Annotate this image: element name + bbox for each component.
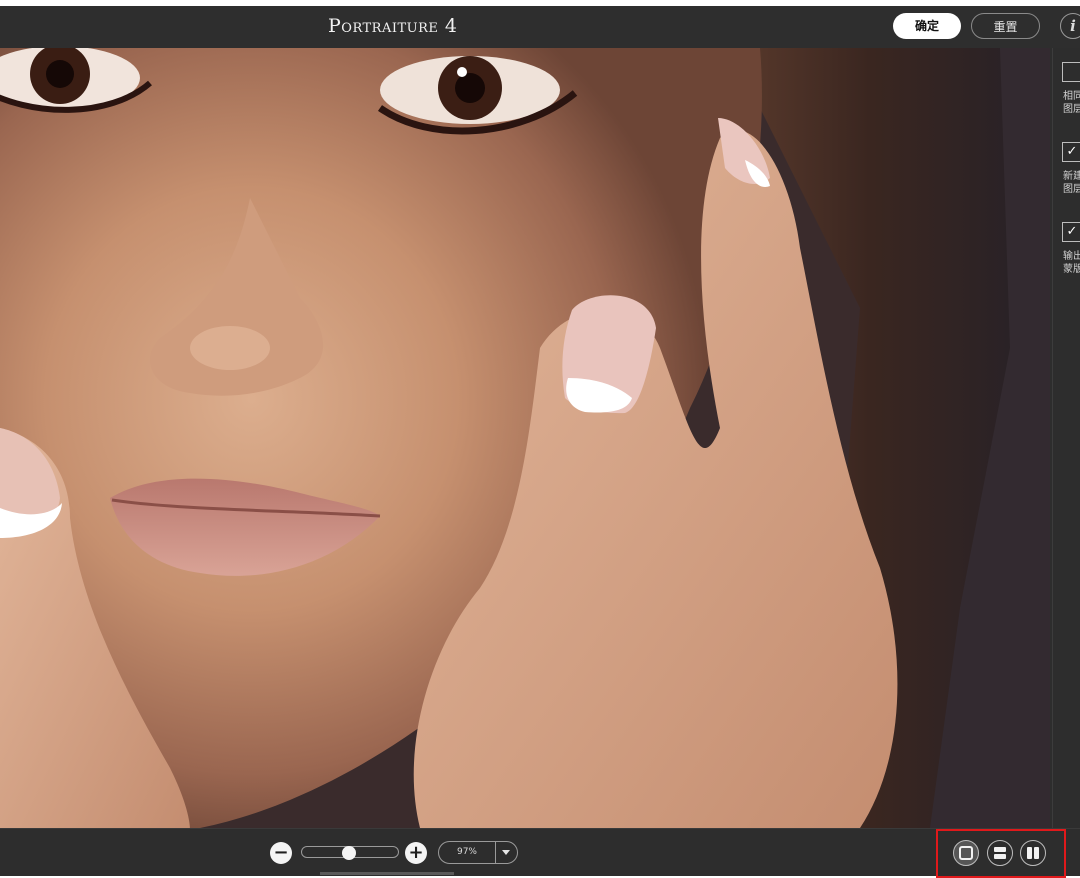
zoom-value: 97% bbox=[456, 847, 477, 857]
output-mask-label: 输出 蒙版 bbox=[1063, 251, 1080, 275]
single-view-icon bbox=[959, 846, 973, 860]
split-vertical-icon bbox=[1027, 847, 1039, 859]
output-mask-checkbox[interactable]: ✓ bbox=[1062, 222, 1080, 242]
checkmark-icon: ✓ bbox=[1066, 224, 1078, 239]
ok-button[interactable]: 确定 bbox=[893, 13, 961, 39]
zoom-divider bbox=[495, 842, 496, 863]
portraiture-window: Portraiture 4 确定 重置 i 相同 图层 ✓ 新建 图层 ✓ 输出… bbox=[0, 6, 1080, 878]
info-icon[interactable]: i bbox=[1060, 13, 1080, 39]
zoom-slider-thumb[interactable] bbox=[342, 846, 357, 860]
options-panel: 相同 图层 ✓ 新建 图层 ✓ 输出 蒙版 bbox=[1052, 48, 1080, 828]
portrait-photo bbox=[0, 48, 1050, 828]
new-layer-label: 新建 图层 bbox=[1063, 171, 1080, 195]
checkmark-icon: ✓ bbox=[1066, 144, 1078, 159]
same-layer-label: 相同 图层 bbox=[1063, 91, 1080, 115]
plus-icon: + bbox=[408, 842, 424, 863]
new-layer-checkbox[interactable]: ✓ bbox=[1062, 142, 1080, 162]
bottom-toolbar: − + 97% bbox=[0, 828, 1080, 878]
zoom-dropdown[interactable]: 97% bbox=[438, 841, 518, 864]
zoom-in-button[interactable]: + bbox=[405, 842, 427, 864]
reset-button[interactable]: 重置 bbox=[971, 13, 1040, 39]
image-preview[interactable] bbox=[0, 48, 1050, 828]
split-horizontal-button[interactable] bbox=[987, 840, 1013, 866]
split-vertical-button[interactable] bbox=[1020, 840, 1046, 866]
minus-icon: − bbox=[273, 842, 289, 863]
single-view-button[interactable] bbox=[953, 840, 979, 866]
split-horizontal-icon bbox=[994, 847, 1006, 859]
app-title: Portraiture 4 bbox=[328, 15, 458, 37]
chevron-down-icon[interactable] bbox=[502, 850, 510, 855]
title-bar: Portraiture 4 确定 重置 i bbox=[0, 6, 1080, 48]
zoom-out-button[interactable]: − bbox=[270, 842, 292, 864]
same-layer-checkbox[interactable] bbox=[1062, 62, 1080, 82]
